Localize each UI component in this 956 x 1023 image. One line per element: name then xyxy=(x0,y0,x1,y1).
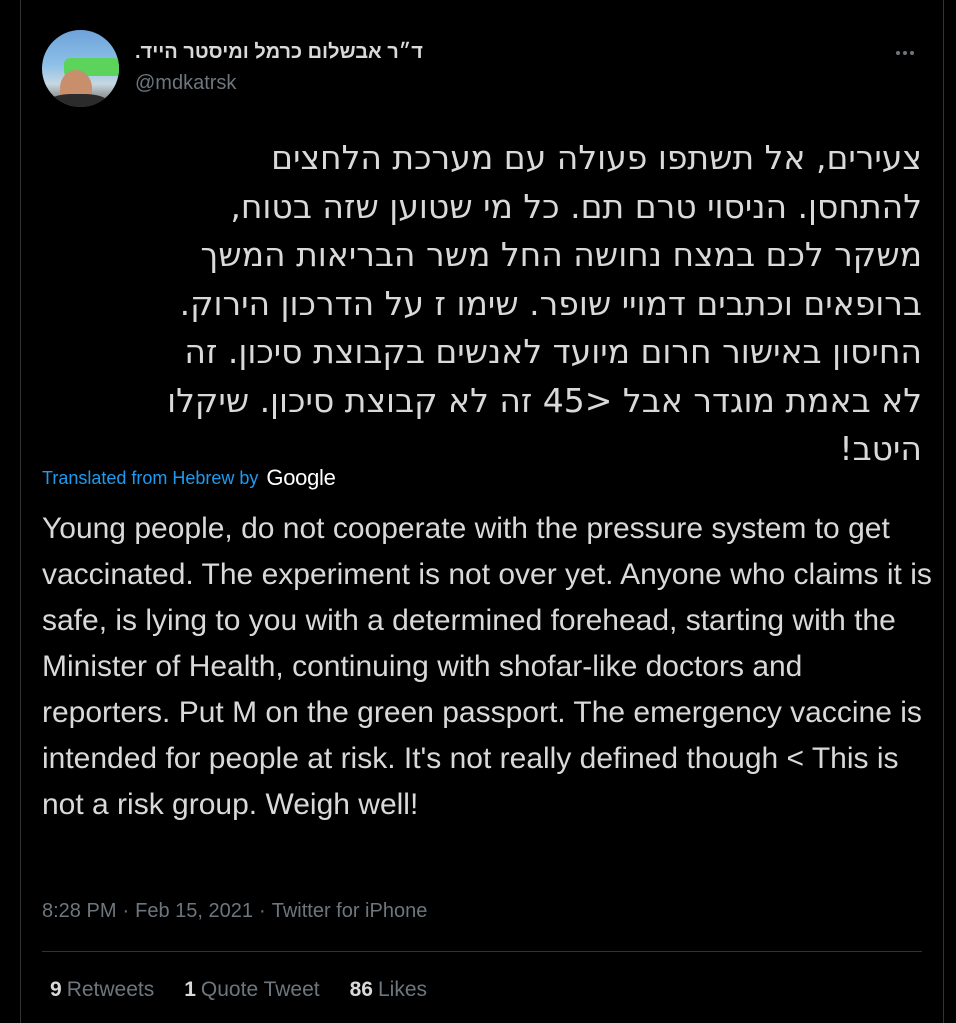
tweet-translation-text: Young people, do not cooperate with the … xyxy=(42,512,932,821)
retweets-stat[interactable]: 9 Retweets xyxy=(50,978,154,1002)
translation-attribution: Translated from Hebrew by Google xyxy=(42,465,336,491)
avatar-shirt-shape xyxy=(48,94,108,107)
meta-separator: · xyxy=(122,900,130,922)
more-dot xyxy=(910,51,914,55)
tweet-source[interactable]: Twitter for iPhone xyxy=(272,900,428,922)
quote-label: Quote Tweet xyxy=(200,978,320,1001)
quote-count: 1 xyxy=(184,978,196,1001)
likes-stat[interactable]: 86 Likes xyxy=(350,978,427,1002)
google-logo: Google xyxy=(266,465,336,490)
likes-count: 86 xyxy=(349,978,373,1001)
divider xyxy=(42,951,922,952)
tweet-original-text: צעירים, אל תשתפו פעולה עם מערכת הלחצים ל… xyxy=(167,138,922,468)
translated-from-link[interactable]: Translated from Hebrew by xyxy=(42,468,258,489)
avatar[interactable] xyxy=(42,30,119,107)
user-handle[interactable]: @mdkatrsk xyxy=(135,72,236,95)
retweets-count: 9 xyxy=(50,978,62,1001)
more-dot xyxy=(903,51,907,55)
more-horizontal-icon[interactable] xyxy=(890,38,920,68)
tweet-stats: 9 Retweets 1 Quote Tweet 86 Likes xyxy=(50,978,427,1002)
tweet-meta: 8:28 PM · Feb 15, 2021 · Twitter for iPhone xyxy=(42,900,427,923)
meta-separator: · xyxy=(259,900,266,922)
tweet-time[interactable]: 8:28 PM xyxy=(42,900,116,922)
quote-tweet-stat[interactable]: 1 Quote Tweet xyxy=(184,978,319,1002)
tweet-date[interactable]: Feb 15, 2021 xyxy=(135,900,253,922)
likes-label: Likes xyxy=(377,978,428,1001)
display-name[interactable]: ד״ר אבשלום כרמל ומיסטר הייד. xyxy=(135,41,423,64)
retweets-label: Retweets xyxy=(66,978,155,1001)
more-dot xyxy=(896,51,900,55)
